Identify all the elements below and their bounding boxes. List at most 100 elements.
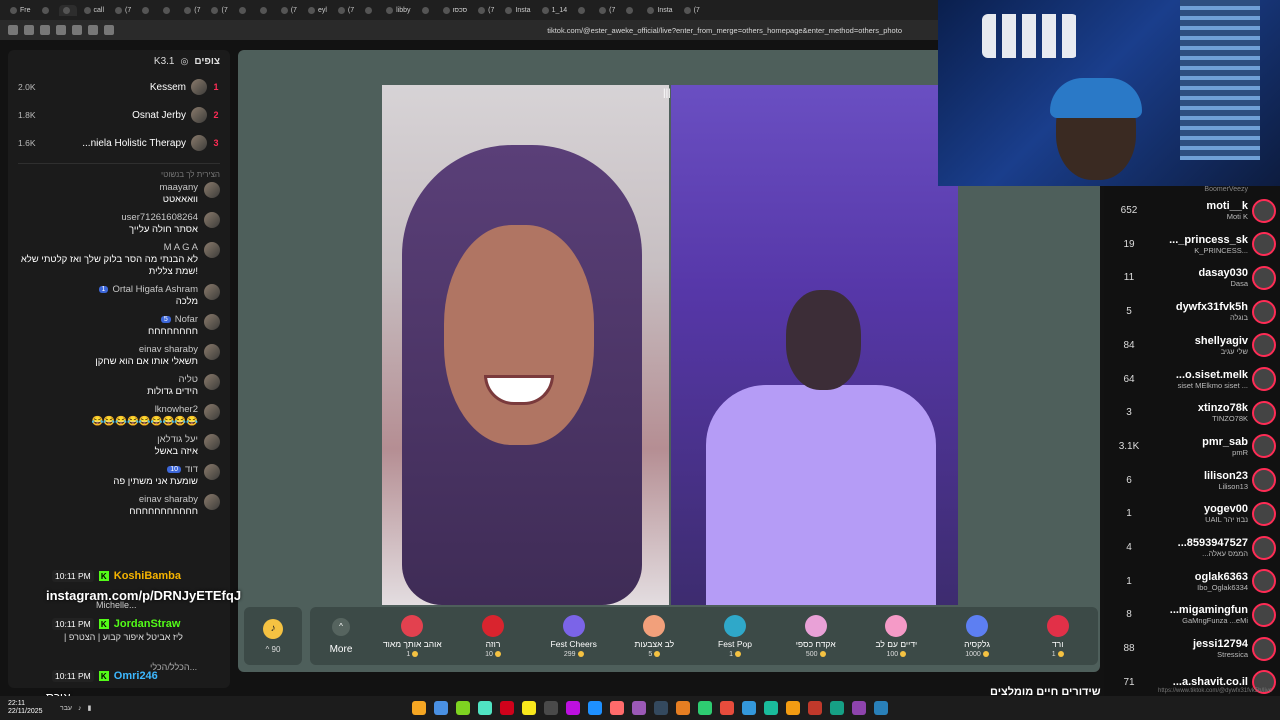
avatar[interactable] <box>204 182 220 198</box>
taskbar-app-icon[interactable] <box>500 701 514 715</box>
avatar[interactable] <box>1252 434 1276 459</box>
taskbar-app-icon[interactable] <box>434 701 448 715</box>
avatar[interactable] <box>1252 198 1276 223</box>
browser-tab[interactable]: Insta <box>501 5 534 16</box>
taskbar-app-icon[interactable] <box>610 701 624 715</box>
leaderboard-row[interactable]: 8 ...migamingfun GaMngFunza ...eMi <box>1104 598 1280 631</box>
leaderboard-row[interactable]: 3.1K pmr_sab pmR <box>1104 430 1280 463</box>
gift-item[interactable]: רוזה 10 <box>453 614 534 658</box>
taskbar-app-icon[interactable] <box>830 701 844 715</box>
taskbar-app-icon[interactable] <box>698 701 712 715</box>
browser-tab[interactable] <box>58 4 77 16</box>
language-indicator[interactable]: עבר <box>60 705 72 712</box>
taskbar-app-icon[interactable] <box>478 701 492 715</box>
browser-tab[interactable] <box>38 5 56 16</box>
taskbar-app-icon[interactable] <box>852 701 866 715</box>
leaderboard-row[interactable]: 4 ...8593947527 ...הממס עאלה <box>1104 531 1280 564</box>
avatar[interactable] <box>1252 636 1276 661</box>
leaderboard-row[interactable]: 64 ...o.siset.melk siset MElkmo siset ... <box>1104 363 1280 396</box>
gift-item[interactable]: ורד 1 <box>1017 614 1098 658</box>
taskbar-app-icon[interactable] <box>566 701 580 715</box>
taskbar-app-icon[interactable] <box>544 701 558 715</box>
forward-icon[interactable] <box>24 25 34 35</box>
chat-username-row[interactable]: lknowher2 <box>92 404 198 415</box>
browser-tab[interactable]: Insta <box>643 5 676 16</box>
browser-tab[interactable]: (7 <box>111 5 135 16</box>
leaderboard-row[interactable]: 3 xtinzo78k TINZO78K <box>1104 396 1280 429</box>
avatar[interactable] <box>1252 232 1276 257</box>
chat-username-row[interactable]: maayany <box>159 182 198 193</box>
coin-balance[interactable]: ♪ ^ 90 <box>244 607 302 665</box>
taskbar-app-icon[interactable] <box>676 701 690 715</box>
browser-tab[interactable]: 1_14 <box>538 5 572 16</box>
avatar[interactable] <box>1252 265 1276 290</box>
avatar[interactable] <box>204 242 220 258</box>
browser-tab[interactable]: (7 <box>595 5 619 16</box>
taskbar-app-icon[interactable] <box>742 701 756 715</box>
browser-tab[interactable]: call <box>80 5 109 16</box>
chat-username-row[interactable]: 5 Nofar <box>148 314 198 325</box>
taskbar-app-icon[interactable] <box>720 701 734 715</box>
more-gifts-button[interactable]: ^ More <box>310 617 372 655</box>
taskbar-app-icon[interactable] <box>764 701 778 715</box>
leaderboard-row[interactable]: 1 yogev00 UAIL נבוז יהר <box>1104 497 1280 530</box>
avatar[interactable] <box>1252 569 1276 594</box>
guest-video[interactable] <box>671 85 958 605</box>
browser-tab[interactable]: (7 <box>334 5 358 16</box>
browser-tab[interactable] <box>159 5 177 16</box>
leaderboard-row[interactable]: 11 dasay030 Dasa <box>1104 261 1280 294</box>
avatar[interactable] <box>204 404 220 420</box>
avatar[interactable] <box>204 284 220 300</box>
chat-username-row[interactable]: 1 Ortal Higafa Ashram <box>98 284 198 295</box>
url-text[interactable]: tiktok.com/@ester_aweke_official/live?en… <box>547 26 902 35</box>
avatar[interactable] <box>204 434 220 450</box>
browser-tab[interactable] <box>138 5 156 16</box>
leaderboard-row[interactable]: 652 moti__k Moti K <box>1104 194 1280 227</box>
top-viewer-row[interactable]: 1.6K ...niela Holistic Therapy 3 <box>8 129 230 157</box>
download-icon[interactable] <box>104 25 114 35</box>
leaderboard-row[interactable]: 88 jessi12794 Stressica <box>1104 632 1280 665</box>
browser-tab[interactable] <box>235 5 253 16</box>
avatar[interactable] <box>1252 468 1276 493</box>
leaderboard-row[interactable]: 84 shellyagiv שלי עגיב <box>1104 329 1280 362</box>
avatar[interactable] <box>1252 299 1276 324</box>
gift-item[interactable]: גלקסיה 1000 <box>937 614 1018 658</box>
network-icon[interactable]: ▮ <box>88 704 92 712</box>
avatar[interactable] <box>1252 535 1276 560</box>
avatar[interactable] <box>1252 602 1276 627</box>
browser-tab[interactable]: (7 <box>277 5 301 16</box>
browser-tab[interactable]: (7 <box>207 5 231 16</box>
browser-tab[interactable]: (7 <box>474 5 498 16</box>
back-icon[interactable] <box>8 25 18 35</box>
gift-item[interactable]: אוהב אותך מאוד 1 <box>372 614 453 658</box>
avatar[interactable] <box>204 314 220 330</box>
leaderboard-row[interactable]: 1 oglak6363 Ibo_Oglak6334 <box>1104 565 1280 598</box>
avatar[interactable] <box>204 494 220 510</box>
chat-username-row[interactable]: יעל גודלאן <box>155 434 198 445</box>
chat-username-row[interactable]: einav sharaby <box>129 494 198 505</box>
taskbar-app-icon[interactable] <box>632 701 646 715</box>
gift-item[interactable]: Fest Pop 1 <box>695 614 776 658</box>
viewers-header[interactable]: K3.1 ◎ צופים <box>8 50 230 73</box>
avatar[interactable] <box>204 374 220 390</box>
chat-username-row[interactable]: טליה <box>147 374 198 385</box>
browser-tab[interactable] <box>574 5 592 16</box>
browser-tab[interactable] <box>361 5 379 16</box>
taskbar-app-icon[interactable] <box>808 701 822 715</box>
browser-tab[interactable]: (7 <box>180 5 204 16</box>
home-icon[interactable] <box>56 25 66 35</box>
browser-tab[interactable]: Fre <box>6 5 35 16</box>
leaderboard-row[interactable]: 5 dywfx31fvk5h בוגלה <box>1104 295 1280 328</box>
browser-tab[interactable]: libby <box>382 5 414 16</box>
browser-tab[interactable]: eyl <box>304 5 331 16</box>
taskbar-app-icon[interactable] <box>412 701 426 715</box>
taskbar-app-icon[interactable] <box>456 701 470 715</box>
taskbar-app-icon[interactable] <box>588 701 602 715</box>
leaderboard-row[interactable]: 19 ..._princess_sk K_PRINCESS... <box>1104 228 1280 261</box>
avatar[interactable] <box>1252 333 1276 358</box>
browser-tab[interactable] <box>418 5 436 16</box>
gift-item[interactable]: ידיים עם לב 100 <box>856 614 937 658</box>
gift-item[interactable]: לב אצבעות 5 <box>614 614 695 658</box>
sidebar-icon[interactable] <box>72 25 82 35</box>
taskbar-app-icon[interactable] <box>786 701 800 715</box>
